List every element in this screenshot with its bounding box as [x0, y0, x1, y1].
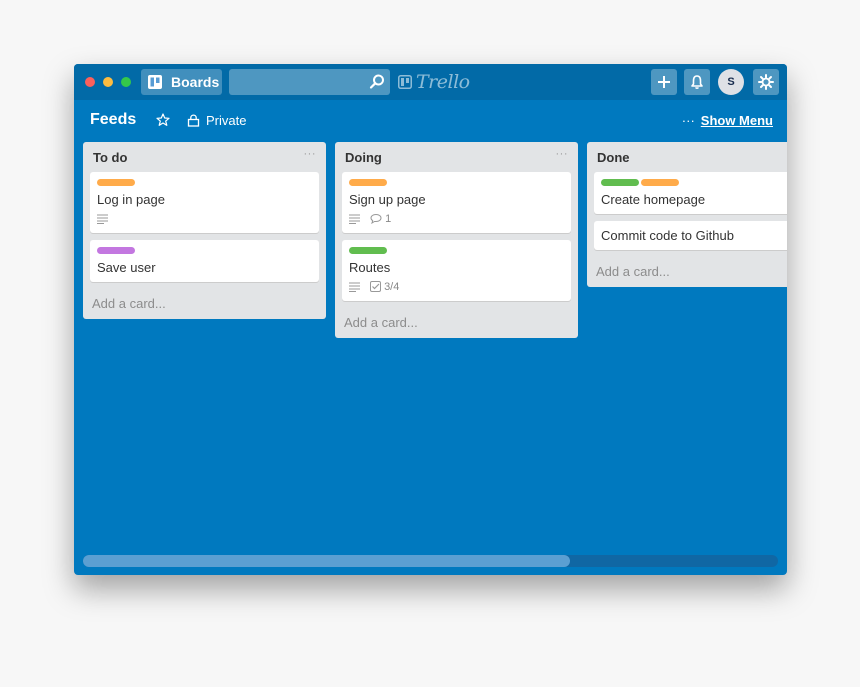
- card-badges: 3/4: [349, 281, 564, 295]
- logo-text: Trello: [416, 71, 470, 93]
- plus-icon: [658, 76, 670, 88]
- card[interactable]: Sign up page 1: [342, 172, 571, 233]
- list-header: Doing ···: [335, 142, 578, 172]
- label-orange: [97, 179, 135, 186]
- add-button[interactable]: [651, 69, 677, 95]
- card-title: Create homepage: [601, 192, 706, 207]
- horizontal-scrollbar[interactable]: [83, 555, 778, 567]
- add-card-button[interactable]: Add a card...: [335, 308, 578, 338]
- card-badges: [97, 213, 312, 227]
- lock-icon: [187, 114, 200, 127]
- comment-icon: [370, 213, 382, 225]
- add-card-button[interactable]: Add a card...: [83, 289, 326, 319]
- trello-logo-icon: [398, 75, 412, 89]
- label-purple: [97, 247, 135, 254]
- card-labels: [97, 247, 312, 254]
- card[interactable]: Create homepage: [594, 172, 787, 214]
- boards-button[interactable]: Boards: [141, 69, 222, 95]
- card-labels: [97, 179, 312, 186]
- card-labels: [601, 179, 787, 186]
- checklist-icon: [370, 281, 381, 292]
- add-card-label: Add a card...: [92, 296, 166, 311]
- description-icon: [349, 213, 360, 225]
- card-title: Save user: [97, 260, 156, 275]
- board-title[interactable]: Feeds: [90, 111, 136, 129]
- notifications-button[interactable]: [684, 69, 710, 95]
- minimize-window-button[interactable]: [103, 77, 113, 87]
- comments-badge: 1: [370, 213, 391, 225]
- card[interactable]: Log in page: [90, 172, 319, 233]
- label-orange: [641, 179, 679, 186]
- list-name[interactable]: Done: [597, 150, 630, 165]
- list-header: To do ···: [83, 142, 326, 172]
- label-orange: [349, 179, 387, 186]
- trello-window: Boards Trello S Feeds Private ··· Show M…: [74, 64, 787, 575]
- comments-count: 1: [385, 213, 392, 225]
- scrollbar-thumb[interactable]: [83, 555, 570, 567]
- menu-dots: ···: [681, 113, 695, 128]
- description-icon: [97, 213, 108, 225]
- list-header: Done: [587, 142, 787, 172]
- card-title: Sign up page: [349, 192, 426, 207]
- label-green: [349, 247, 387, 254]
- board-header: Feeds Private ··· Show Menu: [74, 100, 787, 142]
- card[interactable]: Routes 3/4: [342, 240, 571, 301]
- add-card-button[interactable]: Add a card...: [587, 257, 787, 287]
- card-labels: [349, 247, 564, 254]
- card[interactable]: Save user: [90, 240, 319, 282]
- search-icon[interactable]: [368, 73, 386, 91]
- gear-icon: [758, 74, 774, 90]
- list-name[interactable]: To do: [93, 150, 127, 165]
- list-menu-button[interactable]: ···: [304, 148, 317, 160]
- top-bar: Boards Trello S: [74, 64, 787, 100]
- add-card-label: Add a card...: [596, 264, 670, 279]
- card-badges: 1: [349, 213, 564, 227]
- show-menu-link[interactable]: Show Menu: [701, 113, 773, 128]
- star-icon[interactable]: [156, 113, 170, 127]
- card-labels: [349, 179, 564, 186]
- card-title: Commit code to Github: [601, 228, 734, 243]
- list-done: Done Create homepage Commit code to Github…: [587, 142, 787, 287]
- card[interactable]: Commit code to Github: [594, 221, 787, 250]
- label-green: [601, 179, 639, 186]
- boards-label: Boards: [171, 74, 220, 90]
- list-to-do: To do ··· Log in page Save user Add a card..…: [83, 142, 326, 319]
- close-window-button[interactable]: [85, 77, 95, 87]
- description-icon: [349, 281, 360, 293]
- checklist-count: 3/4: [384, 281, 400, 293]
- visibility-label: Private: [206, 113, 247, 128]
- zoom-window-button[interactable]: [121, 77, 131, 87]
- search-input[interactable]: [229, 69, 375, 95]
- search-box[interactable]: [229, 69, 390, 95]
- card-title: Routes: [349, 260, 391, 275]
- checklist-badge: 3/4: [370, 281, 399, 293]
- avatar[interactable]: S: [718, 69, 744, 95]
- bell-icon: [691, 75, 703, 89]
- list-doing: Doing ··· Sign up page 1 Routes 3/4 Add a ca…: [335, 142, 578, 338]
- card-title: Log in page: [97, 192, 165, 207]
- show-menu-button[interactable]: ··· Show Menu: [682, 113, 773, 128]
- add-card-label: Add a card...: [344, 315, 418, 330]
- settings-button[interactable]: [753, 69, 779, 95]
- boards-icon: [148, 75, 162, 89]
- trello-logo[interactable]: Trello: [398, 71, 470, 93]
- list-menu-button[interactable]: ···: [556, 148, 569, 160]
- list-name[interactable]: Doing: [345, 150, 382, 165]
